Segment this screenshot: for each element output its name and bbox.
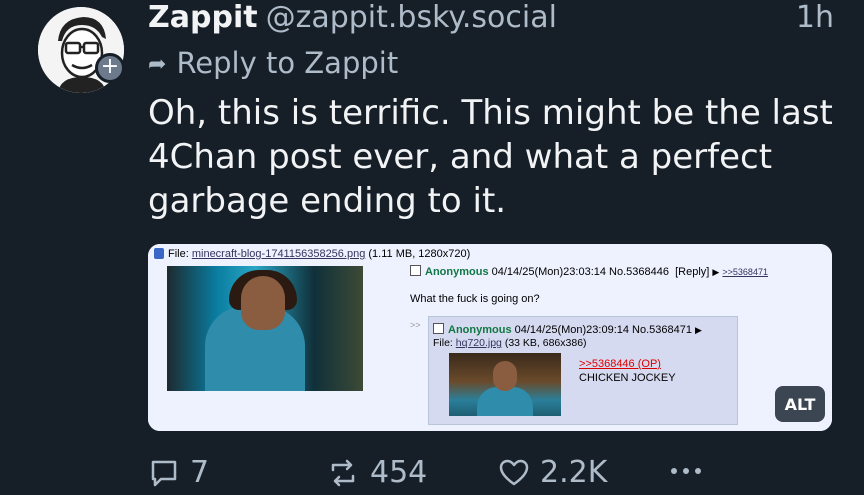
like-count: 2.2K [540,455,608,490]
alt-text-button[interactable]: ALT [775,386,825,422]
op-message: What the fuck is going on? [410,293,540,305]
reply-thumbnail [449,353,561,416]
reply-button[interactable]: 7 [148,455,209,490]
post-header: Zappit @zappit.bsky.social 1h [148,0,834,38]
more-dots-icon [671,468,701,474]
author-handle[interactable]: @zappit.bsky.social [266,0,557,35]
heart-icon [499,459,529,485]
op-thumbnail [167,266,363,391]
file-icon [154,248,164,259]
reply-count: 7 [190,455,210,490]
op-file-link: minecraft-blog-1741156358256.png [191,248,366,260]
reply-quote: >>5368446 (OP) [579,358,661,370]
reply-message: CHICKEN JOCKEY [579,372,676,384]
op-name: Anonymous [425,266,489,278]
reply-name: Anonymous [448,324,512,336]
reply-arrow-icon: ➦ [148,52,167,77]
more-options-button[interactable] [666,455,716,487]
op-file-info: File: minecraft-blog-1741156358256.png (… [154,248,470,260]
reply-file-info: File: hq720.jpg (33 KB, 686x386) [433,337,587,349]
reply-arrows: >> [410,320,421,330]
repost-count: 454 [370,455,428,490]
op-meta: 04/14/25(Mon)23:03:14 No.5368446 [491,266,669,278]
reply-file-link: hq720.jpg [455,337,502,349]
op-post-header: Anonymous 04/14/25(Mon)23:03:14 No.53684… [410,265,768,278]
post-text: Oh, this is terrific. This might be the … [148,93,833,221]
follow-plus-icon[interactable]: + [95,53,125,83]
author-name[interactable]: Zappit [148,0,258,35]
reply-post-header: Anonymous 04/14/25(Mon)23:09:14 No.53684… [433,323,702,336]
checkbox-icon [410,265,421,276]
image-embed[interactable]: File: minecraft-blog-1741156358256.png (… [148,244,832,431]
chan-screenshot: File: minecraft-blog-1741156358256.png (… [148,244,832,431]
op-reply-link: [Reply] [675,266,710,278]
repost-icon [331,459,355,486]
reply-post: Anonymous 04/14/25(Mon)23:09:14 No.53684… [428,316,738,425]
op-backlink: >>5368471 [722,267,768,277]
repost-button[interactable]: 454 [326,455,427,490]
comment-icon [151,460,177,486]
post-time[interactable]: 1h [796,0,834,35]
post-actions: 7 454 2.2K [148,455,848,495]
like-button[interactable]: 2.2K [498,455,607,490]
reply-meta: 04/14/25(Mon)23:09:14 No.5368471 [514,324,692,336]
checkbox-icon [433,323,444,334]
reply-to-label: Reply to Zappit [176,46,399,80]
reply-indicator[interactable]: ➦ Reply to Zappit [148,46,398,80]
